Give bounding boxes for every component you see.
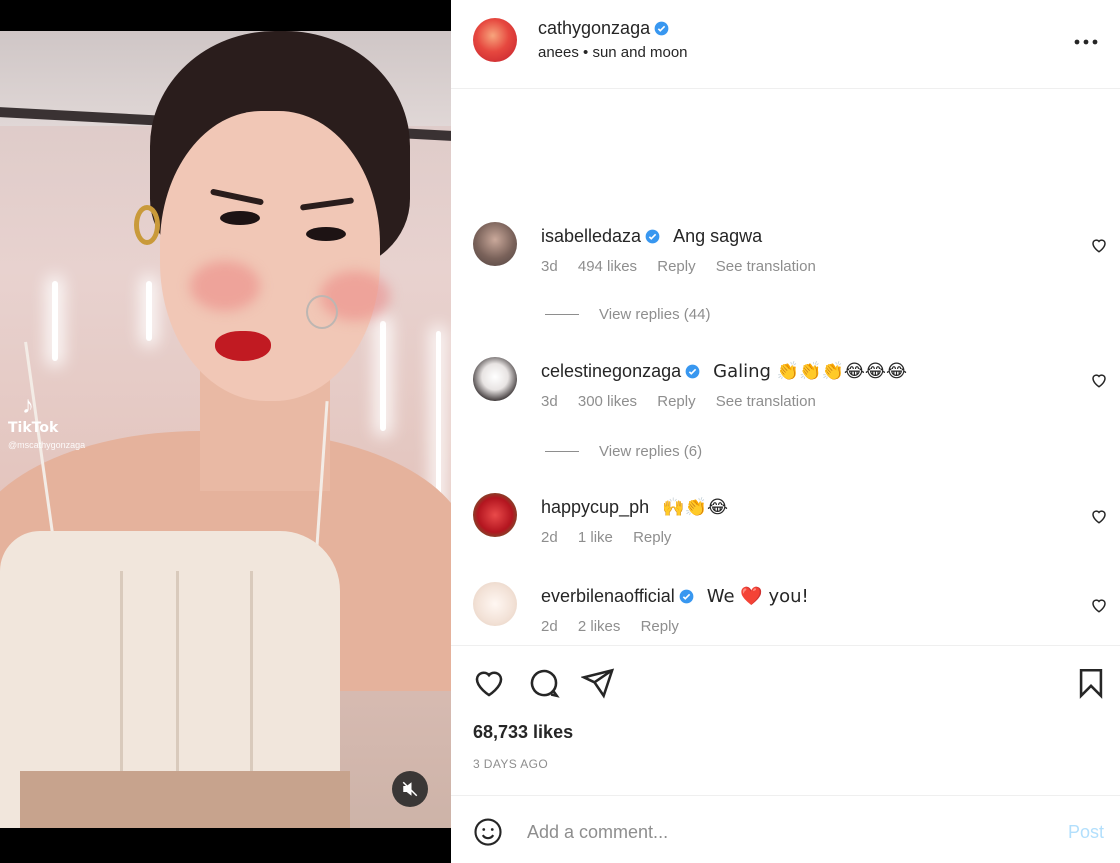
- tiktok-logo-icon: ♪: [22, 392, 34, 419]
- like-comment-icon[interactable]: [1090, 236, 1108, 254]
- reply-button[interactable]: Reply: [657, 258, 695, 275]
- commenter-avatar[interactable]: [473, 357, 517, 401]
- like-comment-icon[interactable]: [1090, 596, 1108, 614]
- more-horizontal-icon: [1074, 39, 1098, 45]
- comment-likes[interactable]: 494 likes: [578, 258, 637, 275]
- comment-age: 3d: [541, 258, 558, 275]
- comment-age: 3d: [541, 393, 558, 410]
- comment-text: We ❤️ you!: [706, 586, 809, 607]
- tiktok-watermark: ♪ TikTok @mscathygonzaga: [8, 392, 86, 451]
- verified-badge-icon: [679, 589, 694, 604]
- reply-button[interactable]: Reply: [633, 529, 671, 546]
- comment-composer: Post: [451, 795, 1120, 863]
- like-comment-icon[interactable]: [1090, 371, 1108, 389]
- comment-input[interactable]: [527, 816, 1027, 848]
- emoji-smiley-icon[interactable]: [473, 817, 503, 847]
- verified-badge-icon: [654, 21, 669, 36]
- commenter-username[interactable]: isabelledaza: [541, 226, 641, 246]
- commenter-avatar[interactable]: [473, 222, 517, 266]
- comment-likes[interactable]: 2 likes: [578, 618, 621, 635]
- speaker-muted-icon: [402, 781, 418, 797]
- author-username[interactable]: cathygonzaga: [538, 18, 669, 39]
- see-translation-link[interactable]: See translation: [716, 258, 816, 275]
- tiktok-handle: @mscathygonzaga: [8, 440, 86, 450]
- comment-bubble-icon[interactable]: [527, 666, 561, 700]
- comment-text: 🙌👏😂: [662, 497, 728, 518]
- comment-likes[interactable]: 300 likes: [578, 393, 637, 410]
- likes-count[interactable]: 68,733 likes: [473, 722, 573, 743]
- view-replies-label: View replies (6): [599, 443, 703, 460]
- post-header: cathygonzaga anees • sun and moon: [451, 0, 1120, 89]
- view-replies-label: View replies (44): [599, 306, 711, 323]
- share-send-icon[interactable]: [581, 666, 615, 700]
- mute-button[interactable]: [392, 771, 428, 807]
- audio-info[interactable]: anees • sun and moon: [538, 44, 688, 61]
- comment-text: Galing 👏👏👏😂😂😂: [713, 361, 907, 382]
- more-options-button[interactable]: [1074, 30, 1098, 54]
- commenter-avatar[interactable]: [473, 493, 517, 537]
- view-replies-button[interactable]: View replies (6): [545, 443, 702, 460]
- verified-badge-icon: [645, 229, 660, 244]
- author-avatar[interactable]: [473, 18, 517, 62]
- commenter-avatar[interactable]: [473, 582, 517, 626]
- comment-text: Ang sagwa: [673, 226, 763, 246]
- commenter-username[interactable]: happycup_ph: [541, 497, 649, 517]
- tiktok-brand: TikTok: [8, 420, 59, 436]
- reply-button[interactable]: Reply: [657, 393, 695, 410]
- view-replies-button[interactable]: View replies (44): [545, 306, 710, 323]
- see-translation-link[interactable]: See translation: [716, 393, 816, 410]
- bookmark-save-icon[interactable]: [1074, 666, 1108, 700]
- post-media[interactable]: ♪ TikTok @mscathygonzaga: [0, 0, 451, 863]
- comment-age: 2d: [541, 618, 558, 635]
- post-comment-button[interactable]: Post: [1068, 822, 1104, 843]
- reply-button[interactable]: Reply: [641, 618, 679, 635]
- post-detail-panel: cathygonzaga anees • sun and moon isabel…: [451, 0, 1120, 863]
- post-actions: 68,733 likes 3 DAYS AGO: [451, 645, 1120, 795]
- comment-likes[interactable]: 1 like: [578, 529, 613, 546]
- commenter-username[interactable]: everbilenaofficial: [541, 586, 675, 606]
- comment-age: 2d: [541, 529, 558, 546]
- verified-badge-icon: [685, 364, 700, 379]
- like-comment-icon[interactable]: [1090, 507, 1108, 525]
- post-timestamp[interactable]: 3 DAYS AGO: [473, 757, 548, 771]
- like-heart-icon[interactable]: [472, 666, 506, 700]
- commenter-username[interactable]: celestinegonzaga: [541, 361, 681, 381]
